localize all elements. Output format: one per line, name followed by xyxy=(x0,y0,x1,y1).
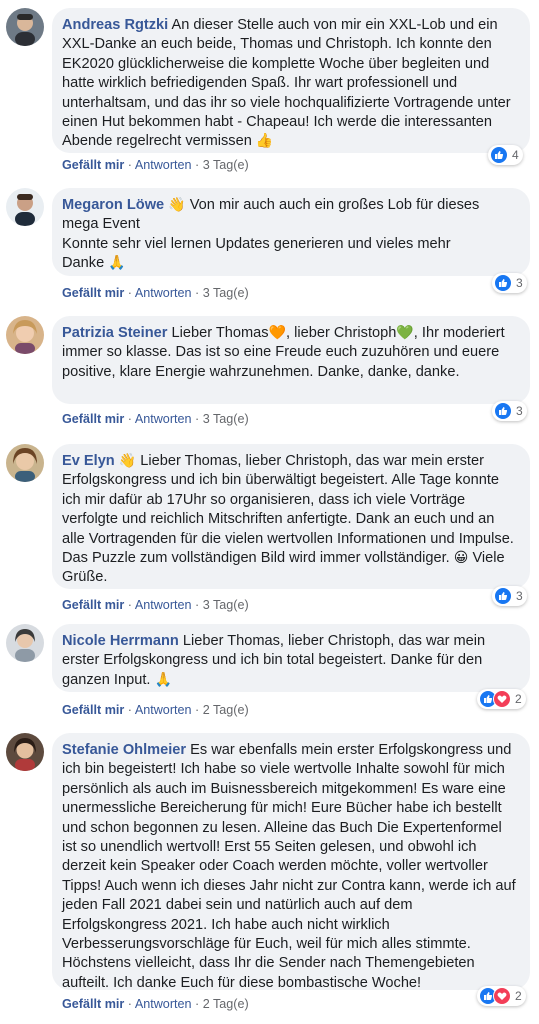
reaction-count: 3 xyxy=(516,276,523,290)
folded-hands-emoji: 🙏 xyxy=(108,254,126,271)
avatar[interactable] xyxy=(6,316,44,354)
timestamp[interactable]: 2 Tag(e) xyxy=(203,997,249,1011)
reaction-count: 3 xyxy=(516,589,523,603)
reply-button[interactable]: Antworten xyxy=(135,703,192,717)
avatar[interactable] xyxy=(6,733,44,771)
orange-heart-emoji: 🧡 xyxy=(268,324,287,340)
reaction-summary[interactable]: 3 xyxy=(492,586,527,606)
reply-button[interactable]: Antworten xyxy=(135,158,192,172)
like-button[interactable]: Gefällt mir xyxy=(62,412,124,426)
comment-author[interactable]: Nicole Herrmann xyxy=(62,633,179,649)
like-button[interactable]: Gefällt mir xyxy=(62,703,124,717)
comment-text-line2: Konnte sehr viel lernen Updates generier… xyxy=(62,235,451,252)
comment-actions: Gefällt mir · Antworten · 3 Tag(e) xyxy=(62,598,249,612)
reaction-count: 2 xyxy=(515,692,522,706)
comment-actions: Gefällt mir · Antworten · 3 Tag(e) xyxy=(62,286,249,300)
comment-actions: Gefällt mir · Antworten · 3 Tag(e) xyxy=(62,158,249,172)
timestamp[interactable]: 3 Tag(e) xyxy=(203,598,249,612)
thumbs-up-emoji: 👍 xyxy=(255,132,274,149)
comment-bubble: Megaron Löwe 👋 Von mir auch auch ein gro… xyxy=(52,188,530,276)
reaction-summary[interactable]: 4 xyxy=(488,145,523,165)
comment-actions: Gefällt mir · Antworten · 2 Tag(e) xyxy=(62,997,249,1011)
timestamp[interactable]: 2 Tag(e) xyxy=(203,703,249,717)
reaction-summary[interactable]: 2 xyxy=(477,689,526,709)
comment-text-part1: Lieber Thomas xyxy=(171,325,269,341)
comment-text: An dieser Stelle auch von mir ein XXL-Lo… xyxy=(62,17,511,150)
avatar[interactable] xyxy=(6,8,44,46)
comment-author[interactable]: Stefanie Ohlmeier xyxy=(62,742,186,758)
timestamp[interactable]: 3 Tag(e) xyxy=(203,158,249,172)
comment-bubble: Stefanie Ohlmeier Es war ebenfalls mein … xyxy=(52,733,530,991)
green-heart-emoji: 💚 xyxy=(396,324,414,340)
reaction-count: 2 xyxy=(515,989,522,1003)
reaction-summary[interactable]: 3 xyxy=(492,401,527,421)
comment-text-line3: Danke xyxy=(62,255,105,272)
like-button[interactable]: Gefällt mir xyxy=(62,598,124,612)
like-button[interactable]: Gefällt mir xyxy=(62,286,124,300)
like-icon xyxy=(490,146,508,164)
reply-button[interactable]: Antworten xyxy=(135,286,192,300)
like-button[interactable]: Gefällt mir xyxy=(62,997,124,1011)
comment-actions: Gefällt mir · Antworten · 2 Tag(e) xyxy=(62,703,249,717)
waving-hand-emoji: 👋 xyxy=(118,452,137,468)
comment-text: Es war ebenfalls mein erster Erfolgskong… xyxy=(62,742,516,991)
love-icon xyxy=(493,690,511,708)
comment-bubble: Patrizia Steiner Lieber Thomas🧡, lieber … xyxy=(52,316,530,404)
reaction-summary[interactable]: 3 xyxy=(492,273,527,293)
like-button[interactable]: Gefällt mir xyxy=(62,158,124,172)
waving-hand-emoji: 👋 xyxy=(168,196,186,212)
love-icon xyxy=(493,987,511,1005)
comment-author[interactable]: Megaron Löwe xyxy=(62,197,164,213)
reaction-count: 3 xyxy=(516,404,523,418)
folded-hands-emoji: 🙏 xyxy=(154,670,172,687)
reply-button[interactable]: Antworten xyxy=(135,412,192,426)
grinning-face-emoji: 😀 xyxy=(453,549,469,566)
comment-text-part2: , lieber Christoph xyxy=(286,325,397,341)
avatar[interactable] xyxy=(6,624,44,662)
comment-actions: Gefällt mir · Antworten · 3 Tag(e) xyxy=(62,412,249,426)
avatar[interactable] xyxy=(6,188,44,226)
timestamp[interactable]: 3 Tag(e) xyxy=(203,412,249,426)
comment-author[interactable]: Patrizia Steiner xyxy=(62,325,167,341)
like-icon xyxy=(494,274,512,292)
comment-bubble: Ev Elyn 👋 Lieber Thomas, lieber Christop… xyxy=(52,444,530,589)
comment-text: Lieber Thomas, lieber Christoph, das war… xyxy=(62,453,514,567)
timestamp[interactable]: 3 Tag(e) xyxy=(203,286,249,300)
like-icon xyxy=(494,587,512,605)
reply-button[interactable]: Antworten xyxy=(135,997,192,1011)
reaction-summary[interactable]: 2 xyxy=(477,986,526,1006)
like-icon xyxy=(494,402,512,420)
avatar[interactable] xyxy=(6,444,44,482)
reply-button[interactable]: Antworten xyxy=(135,598,192,612)
reaction-count: 4 xyxy=(512,148,519,162)
comment-author[interactable]: Andreas Rgtzki xyxy=(62,17,168,33)
comment-bubble: Nicole Herrmann Lieber Thomas, lieber Ch… xyxy=(52,624,530,692)
comment-author[interactable]: Ev Elyn xyxy=(62,453,115,469)
comment-bubble: Andreas Rgtzki An dieser Stelle auch von… xyxy=(52,8,530,153)
